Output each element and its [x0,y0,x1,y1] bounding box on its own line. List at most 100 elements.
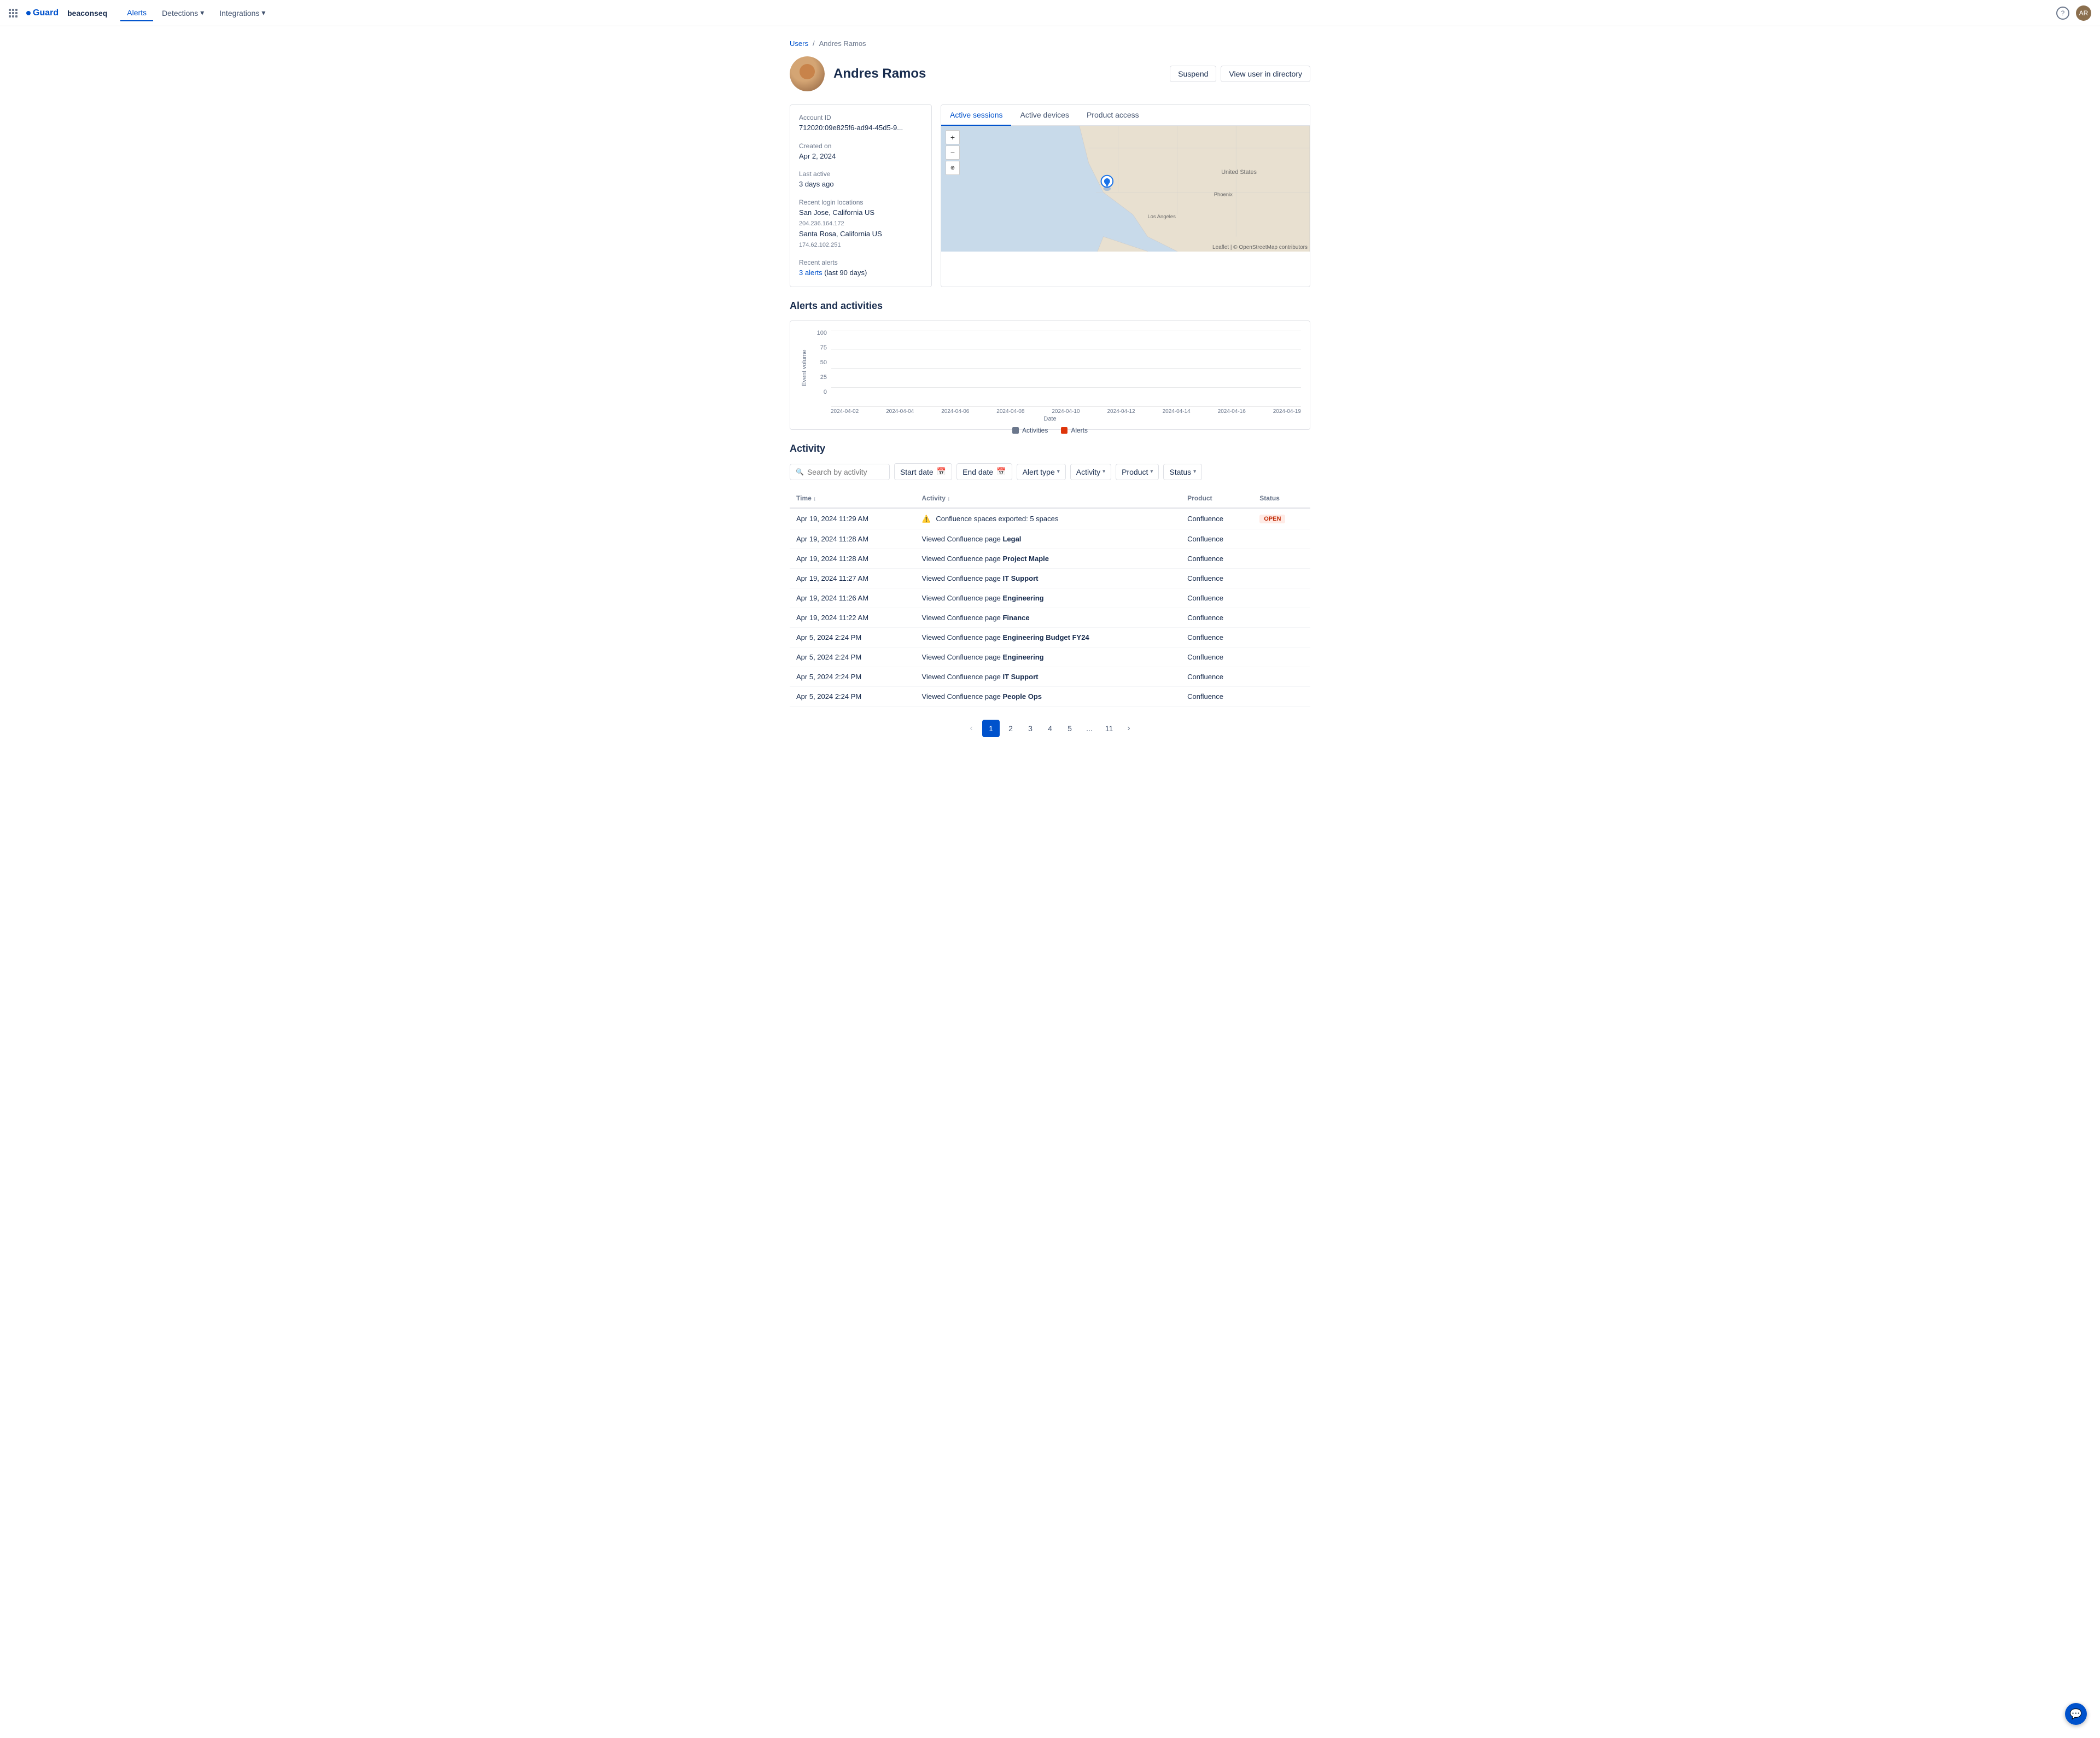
help-icon[interactable]: ? [2056,7,2069,20]
product-filter[interactable]: Product [1116,464,1159,480]
cell-status [1253,569,1310,588]
cell-time: Apr 19, 2024 11:28 AM [790,529,915,549]
cell-product: Confluence [1181,588,1253,608]
end-date-label: End date [962,468,993,476]
nav-alerts[interactable]: Alerts [120,5,153,21]
table-row: Apr 19, 2024 11:22 AM Viewed Confluence … [790,608,1310,628]
table-row: Apr 19, 2024 11:27 AM Viewed Confluence … [790,569,1310,588]
end-date-button[interactable]: End date 📅 [956,463,1012,480]
breadcrumb-separator: / [813,39,815,48]
locate-button[interactable]: ⊕ [946,161,960,175]
svg-text:Phoenix: Phoenix [1214,191,1233,197]
pagination-next[interactable]: › [1120,720,1138,737]
alerts-link[interactable]: 3 alerts [799,269,822,277]
y-axis-label: Event volume [799,330,810,406]
location-2: Santa Rosa, California US [799,229,923,240]
cell-product: Confluence [1181,648,1253,667]
time-sort-icon[interactable] [813,494,816,502]
chart-legend: Activities Alerts [799,427,1301,434]
cell-product: Confluence [1181,549,1253,569]
x-date-2: 2024-04-04 [886,409,914,415]
tab-active-devices[interactable]: Active devices [1011,105,1077,126]
tab-active-sessions[interactable]: Active sessions [941,105,1011,126]
pagination-page-3[interactable]: 3 [1022,720,1039,737]
apps-menu-icon[interactable] [9,9,18,18]
legend-alerts-dot [1061,427,1068,434]
content-grid: Account ID 712020:09e825f6-ad94-45d5-9..… [790,104,1310,287]
map-controls: + − ⊕ [946,130,960,175]
col-status: Status [1253,489,1310,508]
user-header: Andres Ramos Suspend View user in direct… [790,56,1310,91]
cell-product: Confluence [1181,569,1253,588]
breadcrumb-current: Andres Ramos [819,39,866,48]
view-directory-button[interactable]: View user in directory [1221,66,1310,82]
activity-section: Activity 🔍 Start date 📅 End date 📅 Alert… [790,443,1310,737]
cell-product: Confluence [1181,529,1253,549]
table-row: Apr 5, 2024 2:24 PM Viewed Confluence pa… [790,628,1310,648]
recent-alerts-row: Recent alerts 3 alerts (last 90 days) [799,259,923,278]
cell-activity: ⚠️ Confluence spaces exported: 5 spaces [915,508,1181,529]
integrations-chevron-icon [261,8,265,18]
alert-type-filter[interactable]: Alert type [1017,464,1066,480]
pagination-page-2[interactable]: 2 [1002,720,1019,737]
x-date-7: 2024-04-14 [1163,409,1191,415]
cell-status [1253,588,1310,608]
x-date-3: 2024-04-06 [941,409,969,415]
pagination-page-11[interactable]: 11 [1100,720,1118,737]
ip-1: 204.236.164.172 [799,220,844,227]
x-axis-label: Date [799,416,1301,422]
alert-type-chevron-icon [1057,469,1060,475]
cell-activity: Viewed Confluence page IT Support [915,667,1181,687]
map-background: United States Los Angeles Phoenix + − ⊕ … [941,126,1310,252]
user-name: Andres Ramos [833,66,926,81]
map-attribution: Leaflet | © OpenStreetMap contributors [1212,244,1308,250]
activity-sort-icon[interactable] [947,494,950,502]
activity-filter[interactable]: Activity [1070,464,1111,480]
cell-time: Apr 19, 2024 11:28 AM [790,549,915,569]
search-icon: 🔍 [796,468,804,476]
tabs-panel: Active sessions Active devices Product a… [941,104,1310,287]
start-date-button[interactable]: Start date 📅 [894,463,952,480]
activity-filters: 🔍 Start date 📅 End date 📅 Alert type Act… [790,463,1310,480]
legend-activities: Activities [1012,427,1048,434]
user-avatar[interactable]: AR [2076,5,2091,21]
status-filter[interactable]: Status [1163,464,1202,480]
pagination-prev[interactable]: ‹ [962,720,980,737]
last-active-label: Last active [799,170,923,178]
created-on-label: Created on [799,142,923,150]
svg-text:United States: United States [1221,169,1257,176]
legend-activities-label: Activities [1022,427,1048,434]
y-75: 75 [812,345,827,351]
nav-integrations[interactable]: Integrations [213,5,272,21]
zoom-in-button[interactable]: + [946,130,960,144]
tab-product-access[interactable]: Product access [1078,105,1148,126]
cell-activity: Viewed Confluence page IT Support [915,569,1181,588]
chart-section: Alerts and activities Event volume 100 7… [790,300,1310,430]
activity-title: Activity [790,443,1310,454]
cell-product: Confluence [1181,508,1253,529]
recent-alerts-value: 3 alerts (last 90 days) [799,267,923,278]
col-product: Product [1181,489,1253,508]
start-date-label: Start date [900,468,934,476]
suspend-button[interactable]: Suspend [1170,66,1216,82]
pagination-page-1[interactable]: 1 [982,720,1000,737]
logo[interactable]: Guard [26,8,59,18]
pagination-page-5[interactable]: 5 [1061,720,1078,737]
cell-product: Confluence [1181,628,1253,648]
chat-button[interactable]: 💬 [2065,1703,2087,1725]
x-date-8: 2024-04-16 [1218,409,1246,415]
nav-links: Alerts Detections Integrations [120,5,272,21]
breadcrumb-users-link[interactable]: Users [790,39,808,48]
cell-product: Confluence [1181,687,1253,707]
legend-activities-dot [1012,427,1019,434]
x-date-9: 2024-04-19 [1273,409,1301,415]
map-container: United States Los Angeles Phoenix + − ⊕ … [941,126,1310,252]
nav-detections[interactable]: Detections [155,5,211,21]
status-filter-label: Status [1169,468,1191,476]
logo-text: Guard [33,8,59,18]
zoom-out-button[interactable]: − [946,145,960,160]
x-date-4: 2024-04-08 [996,409,1024,415]
nav-right: ? AR [2056,5,2091,21]
pagination-page-4[interactable]: 4 [1041,720,1059,737]
search-input[interactable] [807,468,884,476]
